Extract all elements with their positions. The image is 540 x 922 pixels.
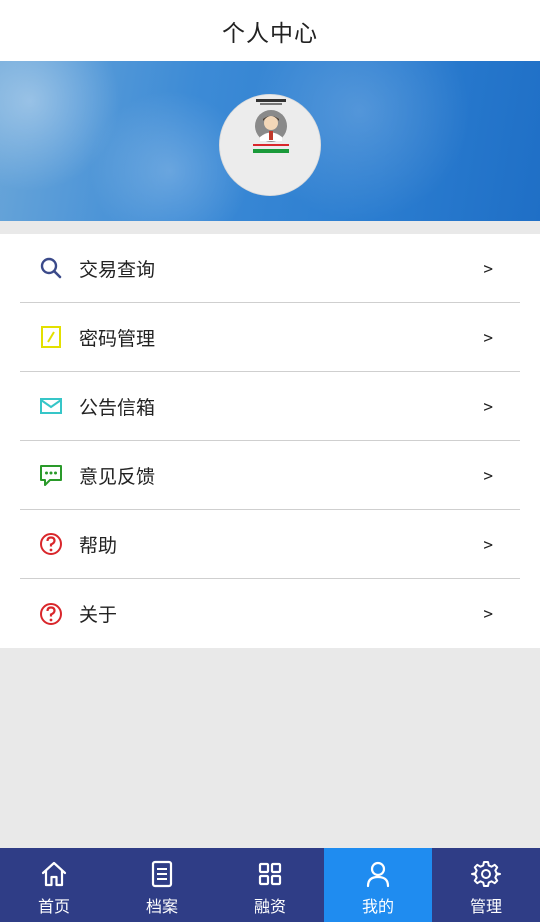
menu-item-password-management[interactable]: 密码管理 > — [20, 303, 520, 372]
tab-management[interactable]: 管理 — [432, 848, 540, 922]
chevron-right-icon: > — [483, 465, 493, 485]
menu-item-label: 交易查询 — [79, 258, 156, 281]
search-icon — [39, 256, 63, 280]
document-icon — [147, 859, 177, 889]
home-icon — [39, 859, 69, 889]
tab-financing[interactable]: 融资 — [216, 848, 324, 922]
page-header: 个人中心 — [0, 0, 540, 61]
help-icon — [39, 602, 63, 626]
tab-mine[interactable]: 我的 — [324, 848, 432, 922]
avatar[interactable] — [219, 94, 321, 196]
menu-item-about[interactable]: 关于 > — [20, 579, 520, 648]
tab-home[interactable]: 首页 — [0, 848, 108, 922]
profile-banner — [0, 61, 540, 221]
user-icon — [363, 859, 393, 889]
chevron-right-icon: > — [483, 534, 493, 554]
chevron-right-icon: > — [483, 604, 493, 623]
menu-item-label: 公告信箱 — [79, 396, 156, 419]
tab-label: 管理 — [469, 897, 502, 916]
chevron-right-icon: > — [483, 258, 493, 278]
menu-item-label: 关于 — [79, 604, 118, 626]
menu-list: 交易查询 > 密码管理 > 公告信箱 > 意见反馈 > 帮助 > 关于 > — [0, 234, 540, 648]
bottom-tab-bar: 首页 档案 融资 我的 管理 — [0, 848, 540, 922]
menu-item-label: 帮助 — [79, 534, 118, 557]
menu-item-feedback[interactable]: 意见反馈 > — [20, 441, 520, 510]
mail-icon — [39, 394, 63, 418]
grid-icon — [255, 859, 285, 889]
tab-label: 融资 — [253, 897, 286, 916]
chevron-right-icon: > — [483, 396, 493, 416]
menu-item-label: 意见反馈 — [79, 465, 156, 488]
tab-archive[interactable]: 档案 — [108, 848, 216, 922]
gear-icon — [471, 859, 501, 889]
menu-item-help[interactable]: 帮助 > — [20, 510, 520, 579]
menu-item-label: 密码管理 — [79, 327, 156, 350]
edit-icon — [39, 325, 63, 349]
chevron-right-icon: > — [483, 327, 493, 347]
tab-label: 我的 — [361, 897, 394, 916]
feedback-icon — [39, 463, 63, 487]
tab-label: 首页 — [37, 897, 70, 916]
page-title: 个人中心 — [222, 20, 318, 47]
help-icon — [39, 532, 63, 556]
tab-label: 档案 — [145, 897, 178, 916]
avatar-image — [220, 95, 320, 195]
menu-item-notice-mailbox[interactable]: 公告信箱 > — [20, 372, 520, 441]
menu-item-transaction-query[interactable]: 交易查询 > — [20, 234, 520, 303]
